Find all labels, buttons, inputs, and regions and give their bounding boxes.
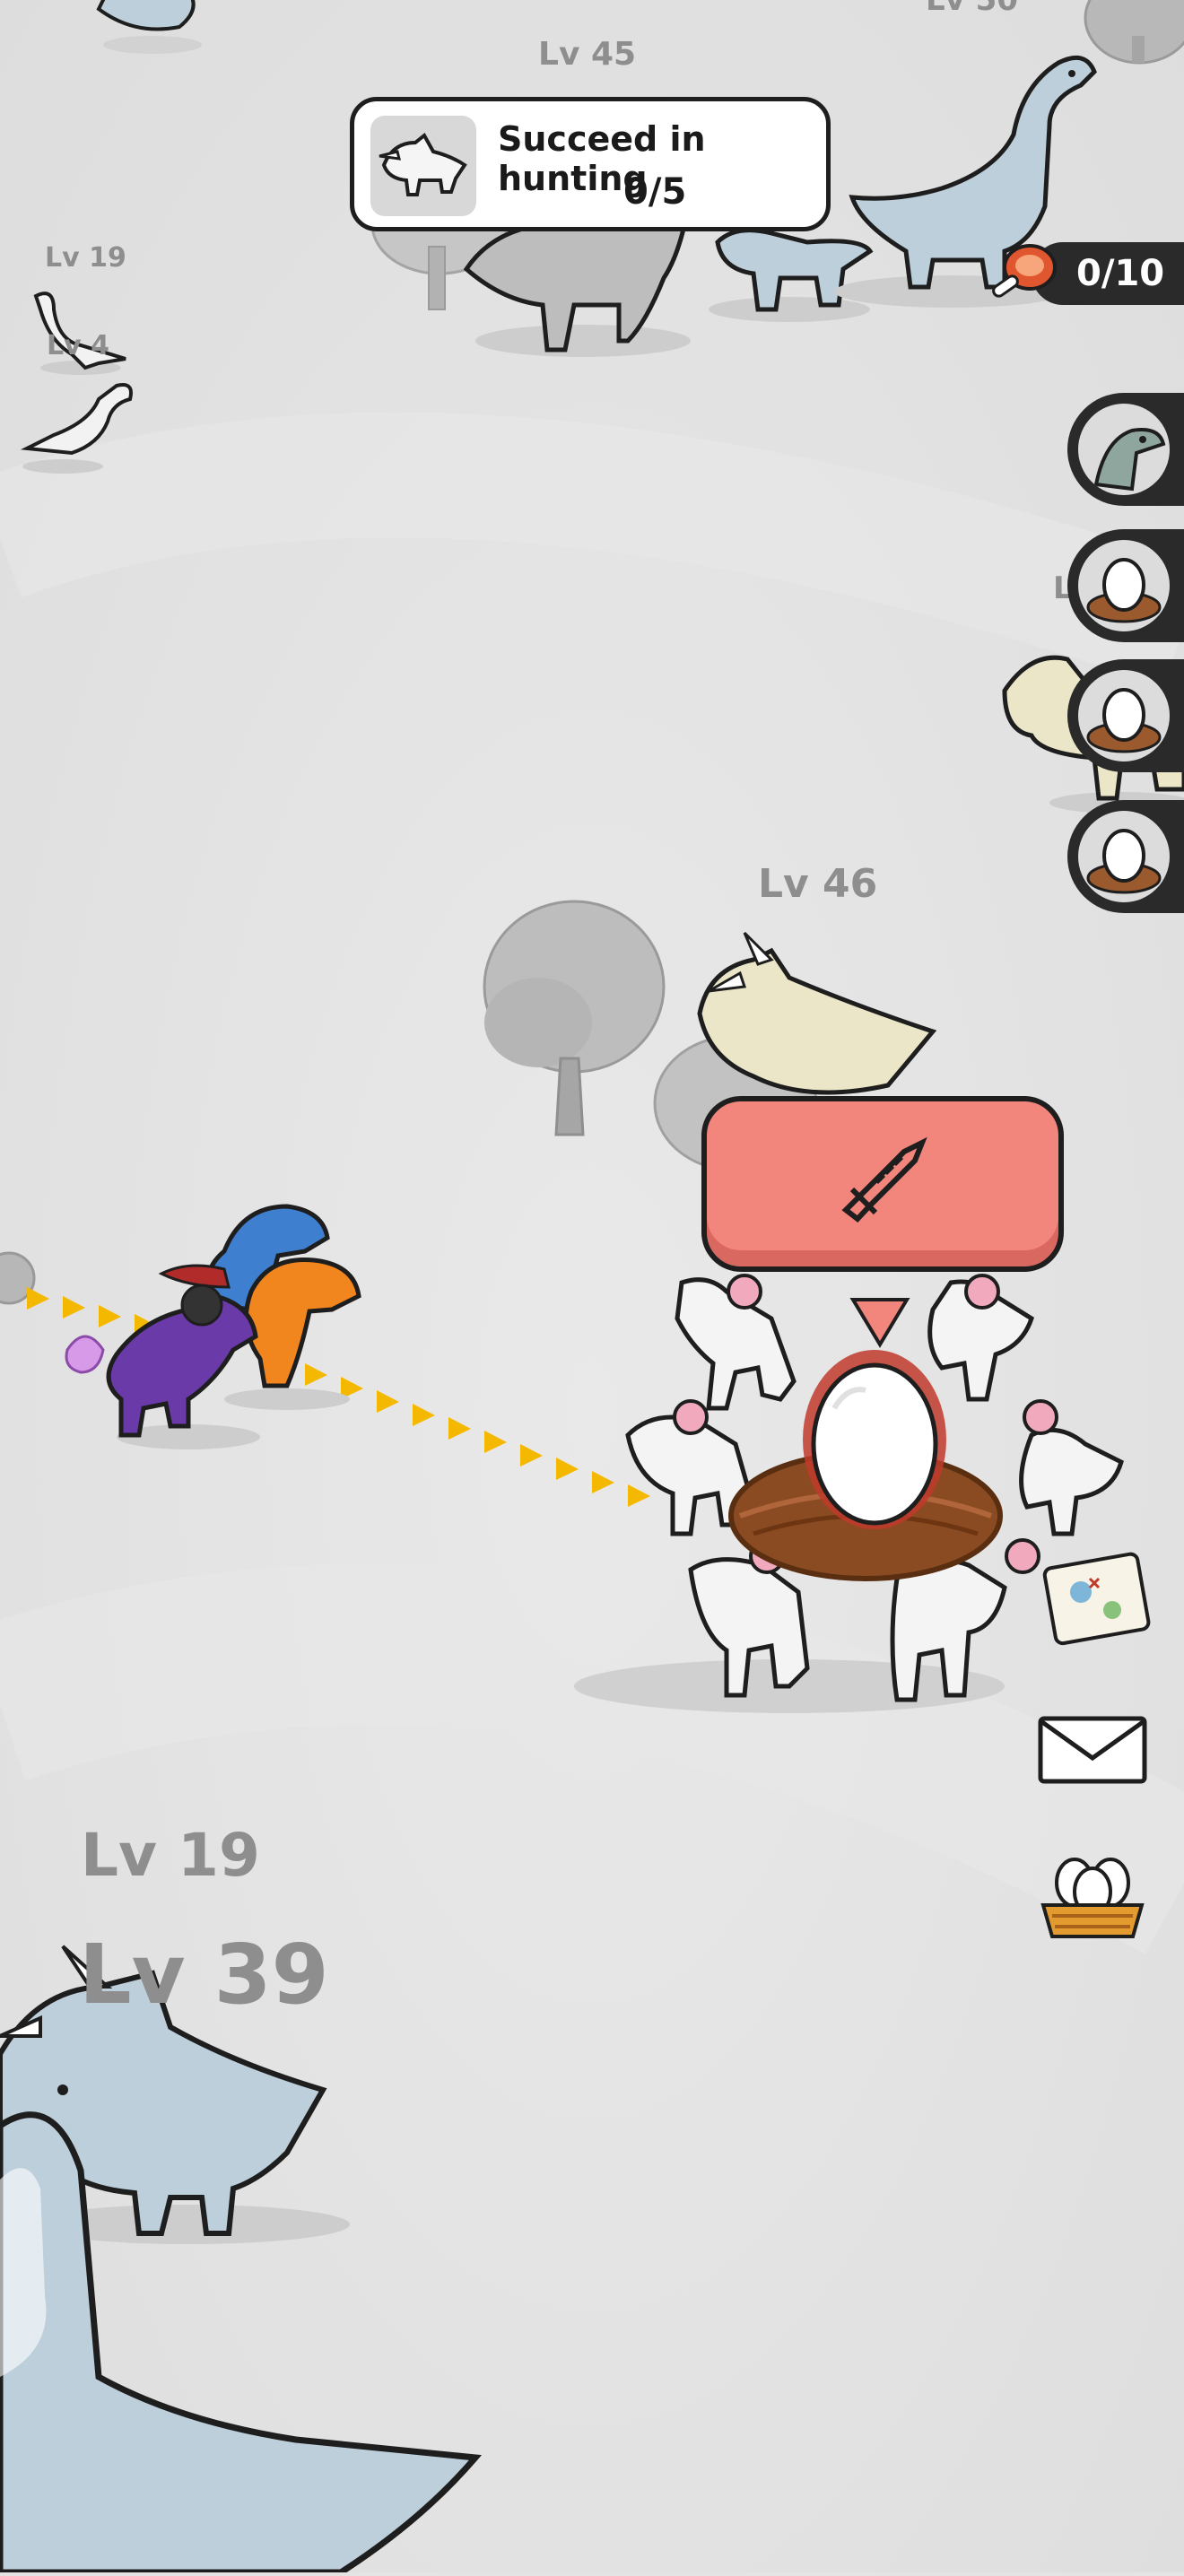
attack-button[interactable] <box>701 1096 1064 1272</box>
eggs-nest-icon[interactable] <box>1039 1842 1146 1941</box>
meat-counter-value: 0/10 <box>1076 253 1165 294</box>
egg-nest-icon <box>1086 688 1162 753</box>
level-label: Lv 19 <box>81 1821 260 1890</box>
portrait-frame <box>1078 404 1170 495</box>
raptor-head-icon <box>1093 428 1166 492</box>
attack-pointer-icon <box>849 1298 910 1348</box>
level-label: Lv 4 <box>47 330 109 361</box>
sword-icon <box>841 1136 927 1223</box>
mission-panel[interactable]: Succeed in hunting 0/5 <box>350 97 831 231</box>
mission-progress: 0/5 <box>623 171 687 213</box>
level-label: Lv 46 <box>758 861 878 907</box>
world-canvas <box>0 0 1184 2576</box>
egg-nest-frame <box>1078 670 1170 761</box>
egg-nest-button-3[interactable] <box>1067 800 1184 913</box>
egg-nest-button-1[interactable] <box>1067 529 1184 642</box>
level-label: Lv 19 <box>45 242 126 274</box>
egg-nest-icon <box>1086 829 1162 894</box>
level-label: Lv 39 <box>79 1927 329 2023</box>
meat-icon <box>992 244 1057 298</box>
game-world[interactable]: Lv 50 Lv 45 Lv 19 Lv 4 Lv 46 L Lv 19 Lv … <box>0 0 1184 2576</box>
treasure-map[interactable] <box>1042 1552 1151 1646</box>
envelope-icon[interactable] <box>1037 1715 1148 1785</box>
level-label: Lv 45 <box>538 36 637 73</box>
egg-nest-button-2[interactable] <box>1067 659 1184 772</box>
egg-nest-icon <box>1086 558 1162 623</box>
level-label: Lv 50 <box>926 0 1018 18</box>
mission-icon-frame <box>370 116 476 216</box>
triceratops-icon <box>379 132 467 196</box>
dino-portrait-button[interactable] <box>1067 393 1184 506</box>
egg-nest-frame <box>1078 811 1170 902</box>
egg-nest-frame <box>1078 540 1170 631</box>
